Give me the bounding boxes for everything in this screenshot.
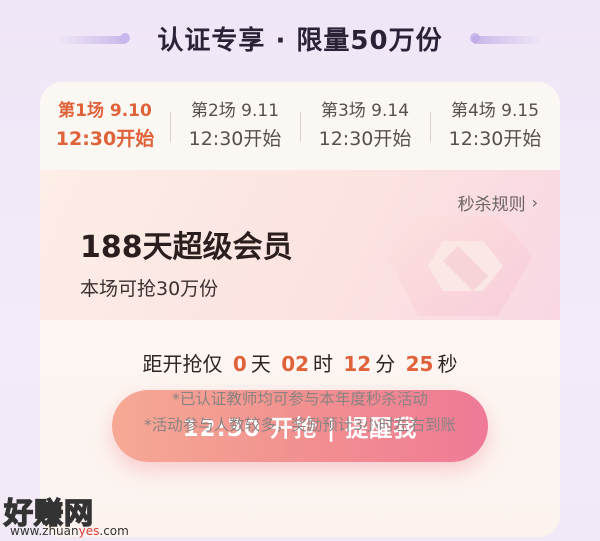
watermark-url-prefix: www.zhuan <box>10 524 79 538</box>
product-title: 188天超级会员 <box>80 230 293 265</box>
session-time: 12:30开始 <box>55 128 155 150</box>
session-tab-1[interactable]: 第1场 9.10 12:30开始 <box>40 82 170 170</box>
countdown-hours: 02 <box>281 352 310 376</box>
countdown-minutes-unit: 分 <box>375 352 396 376</box>
session-time: 12:30开始 <box>448 128 542 150</box>
footnote-delivery: *活动参与人数较多，奖励预计3小时左右到账 <box>143 416 457 434</box>
session-time: 12:30开始 <box>188 128 282 150</box>
session-date: 第4场 9.15 <box>450 101 540 121</box>
page: 认证专享 · 限量50万份 第1场 9.10 12:30开始 第2场 9.11 … <box>0 0 600 541</box>
headline-decoration-left <box>58 36 128 44</box>
session-date: 第3场 9.14 <box>320 101 410 121</box>
countdown-minutes: 12 <box>343 352 372 376</box>
headline-dot-left <box>120 33 130 43</box>
footnote-eligibility: *已认证教师均可参与本年度秒杀活动 <box>172 390 428 408</box>
footnotes: *已认证教师均可参与本年度秒杀活动 *活动参与人数较多，奖励预计3小时左右到账 <box>0 386 600 438</box>
chevron-right-icon: › <box>531 193 538 212</box>
session-tab-4[interactable]: 第4场 9.15 12:30开始 <box>430 82 560 170</box>
countdown-seconds: 25 <box>405 352 434 376</box>
promo-panel: 秒杀规则 › 188天超级会员 本场可抢30万份 <box>40 170 560 320</box>
headline-title: 认证专享 · 限量50万份 <box>157 25 443 56</box>
countdown-days-unit: 天 <box>250 352 271 376</box>
session-tabs: 第1场 9.10 12:30开始 第2场 9.11 12:30开始 第3场 9.… <box>40 82 560 170</box>
product-quantity: 本场可抢30万份 <box>80 278 219 300</box>
session-time: 12:30开始 <box>318 128 412 150</box>
offer-card: 第1场 9.10 12:30开始 第2场 9.11 12:30开始 第3场 9.… <box>40 82 560 537</box>
headline-decoration-right <box>472 36 542 44</box>
session-tab-3[interactable]: 第3场 9.14 12:30开始 <box>300 82 430 170</box>
watermark-logo: 好赚网 www.zhuanyes.com <box>3 490 134 540</box>
session-tab-2[interactable]: 第2场 9.11 12:30开始 <box>170 82 300 170</box>
countdown-timer: 距开抢仅 0天 02 时 12 分 25 秒 <box>40 348 560 377</box>
session-date: 第2场 9.11 <box>190 101 280 121</box>
session-date: 第1场 9.10 <box>58 101 152 121</box>
countdown-hours-unit: 时 <box>313 352 334 376</box>
countdown-prefix: 距开抢仅 <box>142 352 223 376</box>
rules-link[interactable]: 秒杀规则 › <box>458 190 538 215</box>
watermark-url: www.zhuanyes.com <box>10 524 129 538</box>
rules-link-label: 秒杀规则 <box>457 195 526 215</box>
countdown-days: 0 <box>232 352 247 376</box>
watermark-url-accent: yes <box>78 524 100 538</box>
watermark-url-suffix: .com <box>99 524 129 538</box>
headline-banner: 认证专享 · 限量50万份 <box>0 18 600 58</box>
countdown-seconds-unit: 秒 <box>437 352 458 376</box>
